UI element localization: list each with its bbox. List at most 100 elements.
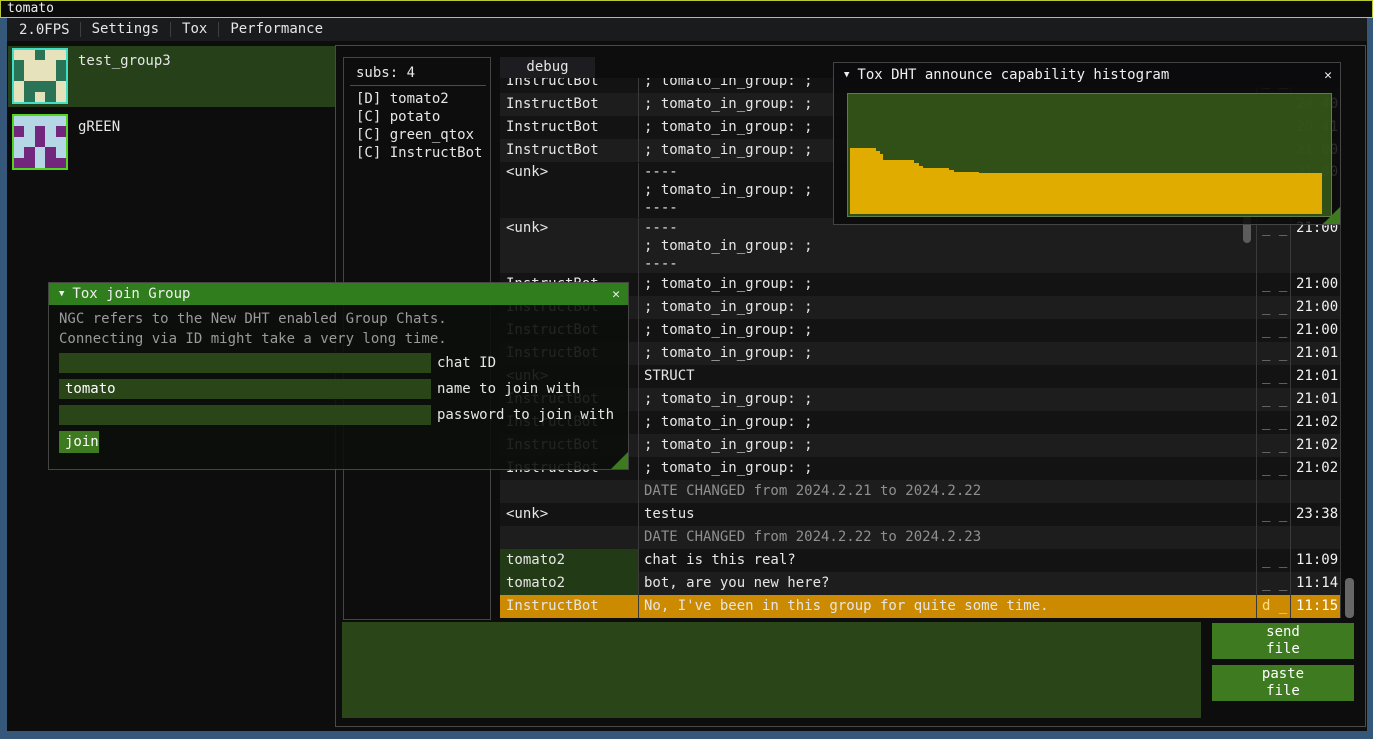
date-changed-row[interactable]: DATE CHANGED from 2024.2.21 to 2024.2.22 [500, 480, 1341, 503]
menu-item-tox[interactable]: Tox [171, 18, 218, 41]
group-item-green[interactable]: gREEN [8, 112, 335, 173]
field-label: name to join with [437, 379, 580, 399]
resize-grip[interactable] [611, 452, 628, 469]
timestamp: 21:00 [1291, 319, 1341, 342]
delivery-status: _ _ [1257, 342, 1291, 365]
join-group-window: ▼ Tox join Group ✕ NGC refers to the New… [48, 282, 629, 470]
close-icon[interactable]: ✕ [1316, 68, 1340, 83]
message-text: ; tomato_in_group: ; [639, 319, 1257, 342]
chat-scrollbar-thumb[interactable] [1345, 578, 1354, 618]
timestamp: 23:38 [1291, 503, 1341, 526]
close-icon[interactable]: ✕ [604, 287, 628, 302]
tab-debug[interactable]: debug [500, 57, 595, 78]
message-text: ; tomato_in_group: ; [639, 411, 1257, 434]
message-text: No, I've been in this group for quite so… [639, 595, 1257, 618]
chat-message-row[interactable]: <unk>----; tomato_in_group: ;----_ _21:0… [500, 218, 1341, 274]
histogram-bar [979, 173, 1321, 214]
join-button[interactable]: join [59, 431, 99, 453]
message-text: STRUCT [639, 365, 1257, 388]
send-file-button[interactable]: send file [1212, 623, 1354, 659]
sender-name [500, 480, 639, 503]
delivery-status: _ _ [1257, 388, 1291, 411]
timestamp: 21:01 [1291, 342, 1341, 365]
chat-message-row[interactable]: <unk>testus_ _23:38 [500, 503, 1341, 526]
member-item[interactable]: [D] tomato2 [344, 90, 492, 108]
histogram-bar [923, 168, 949, 214]
resize-grip[interactable] [1323, 207, 1340, 224]
member-list: [D] tomato2[C] potato[C] green_qtox[C] I… [344, 90, 492, 162]
member-item[interactable]: [C] green_qtox [344, 126, 492, 144]
sender-name: InstructBot [500, 78, 639, 93]
password-to-join-with-input[interactable] [59, 405, 431, 425]
message-text: chat is this real? [639, 549, 1257, 572]
sender-name: InstructBot [500, 93, 639, 116]
chat-message-row[interactable]: tomato2chat is this real?_ _11:09 [500, 549, 1341, 572]
delivery-status: _ _ [1257, 549, 1291, 572]
group-item-test_group3[interactable]: test_group3 [8, 46, 335, 107]
timestamp: 11:09 [1291, 549, 1341, 572]
message-text: ----; tomato_in_group: ;---- [639, 219, 1257, 274]
menu-item-settings[interactable]: Settings [81, 18, 170, 41]
name-to-join-with-input[interactable]: tomato [59, 379, 431, 399]
member-item[interactable]: [C] potato [344, 108, 492, 126]
delivery-status: _ _ [1257, 296, 1291, 319]
chat-ID-input[interactable] [59, 353, 431, 373]
window-title: tomato [7, 1, 54, 16]
message-text: DATE CHANGED from 2024.2.22 to 2024.2.23 [639, 526, 1257, 549]
paste-file-button[interactable]: paste file [1212, 665, 1354, 701]
delivery-status: _ _ [1257, 365, 1291, 388]
separator [350, 85, 486, 86]
sender-name: tomato2 [500, 572, 639, 595]
dht-histogram-window: ▼ Tox DHT announce capability histogram … [833, 62, 1341, 225]
timestamp: 21:02 [1291, 411, 1341, 434]
app-window: tomato 2.0FPS SettingsToxPerformance tes… [0, 0, 1373, 739]
timestamp: 21:01 [1291, 365, 1341, 388]
delivery-status: _ _ [1257, 572, 1291, 595]
os-titlebar[interactable]: tomato [0, 0, 1373, 18]
sender-name: InstructBot [500, 139, 639, 162]
delivery-status: _ _ [1257, 457, 1291, 480]
timestamp: 11:15 [1291, 595, 1341, 618]
histogram-plot [847, 93, 1332, 217]
window-border-right [1367, 18, 1373, 739]
window-border-left [0, 18, 7, 739]
collapse-arrow-icon[interactable]: ▼ [834, 70, 857, 80]
sender-name: InstructBot [500, 116, 639, 139]
sender-name: tomato2 [500, 549, 639, 572]
histogram-bar [850, 148, 876, 214]
delivery-status [1257, 480, 1291, 503]
timestamp: 21:00 [1291, 273, 1341, 296]
timestamp: 21:00 [1291, 296, 1341, 319]
member-item[interactable]: [C] InstructBot [344, 144, 492, 162]
message-text: ; tomato_in_group: ; [639, 457, 1257, 480]
message-text: ; tomato_in_group: ; [639, 388, 1257, 411]
sender-name: <unk> [500, 219, 639, 274]
join-group-titlebar[interactable]: ▼ Tox join Group ✕ [49, 283, 628, 305]
group-name: gREEN [78, 119, 120, 135]
delivery-status: _ _ [1257, 219, 1291, 274]
group-avatar [12, 114, 68, 170]
collapse-arrow-icon[interactable]: ▼ [49, 289, 72, 299]
sender-name: <unk> [500, 163, 639, 218]
window-border-bottom [7, 731, 1367, 739]
message-text: ; tomato_in_group: ; [639, 296, 1257, 319]
message-input[interactable] [342, 622, 1201, 718]
chat-message-row[interactable]: InstructBotNo, I've been in this group f… [500, 595, 1341, 618]
sender-name [500, 526, 639, 549]
delivery-status: _ _ [1257, 434, 1291, 457]
chat-message-row[interactable]: tomato2bot, are you new here?_ _11:14 [500, 572, 1341, 595]
message-text: bot, are you new here? [639, 572, 1257, 595]
delivery-status: _ _ [1257, 319, 1291, 342]
group-name: test_group3 [78, 53, 171, 69]
sender-name: <unk> [500, 503, 639, 526]
sender-name: InstructBot [500, 595, 639, 618]
delivery-status [1257, 526, 1291, 549]
message-text: ; tomato_in_group: ; [639, 273, 1257, 296]
message-text: testus [639, 503, 1257, 526]
menu-item-performance[interactable]: Performance [219, 18, 334, 41]
dht-histogram-titlebar[interactable]: ▼ Tox DHT announce capability histogram … [834, 63, 1340, 87]
timestamp: 21:02 [1291, 434, 1341, 457]
date-changed-row[interactable]: DATE CHANGED from 2024.2.22 to 2024.2.23 [500, 526, 1341, 549]
delivery-status: _ _ [1257, 411, 1291, 434]
timestamp: 21:02 [1291, 457, 1341, 480]
